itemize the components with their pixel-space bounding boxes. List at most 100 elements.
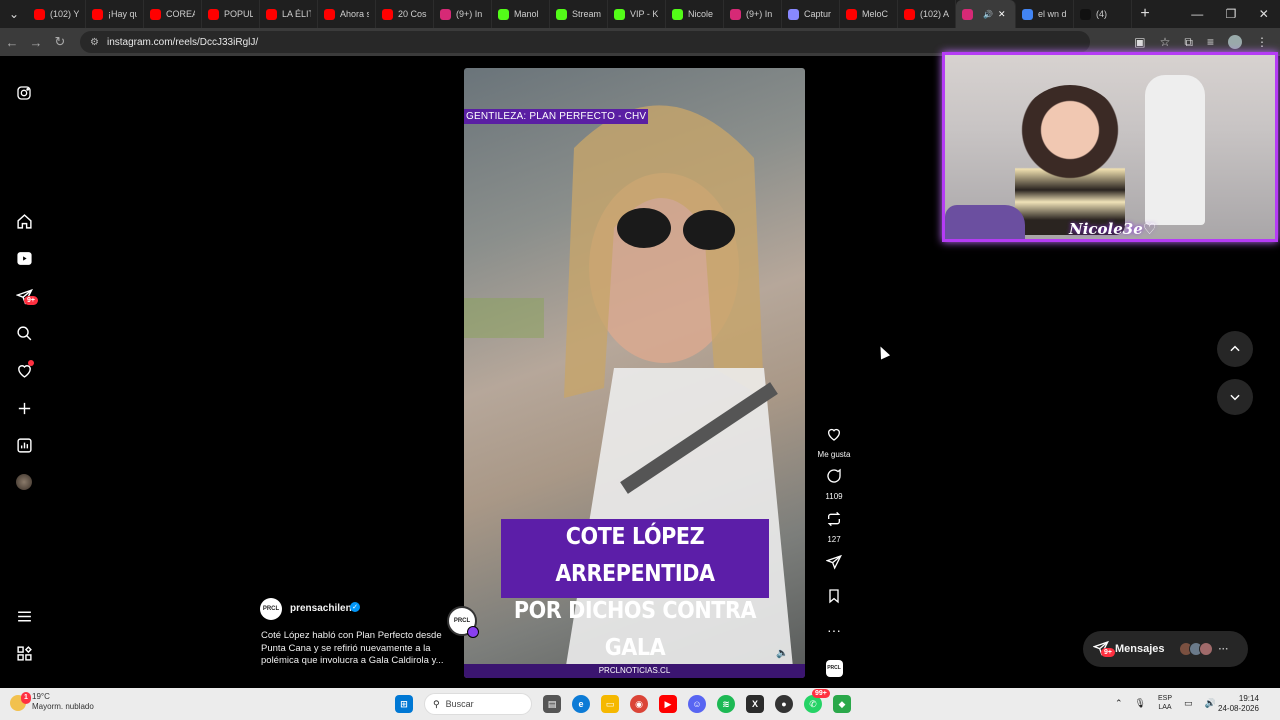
reading-list-icon[interactable]: ≡ xyxy=(1207,35,1214,49)
browser-tab[interactable]: Stream xyxy=(550,0,608,28)
share-button[interactable] xyxy=(816,554,852,575)
youtube-app-icon[interactable]: ▶ xyxy=(659,695,677,713)
reels-icon[interactable] xyxy=(14,248,34,268)
file-explorer-icon[interactable]: ▭ xyxy=(601,695,619,713)
streamer-webcam-overlay: Nicole3e♡ xyxy=(942,52,1278,242)
previous-reel-button[interactable] xyxy=(1217,331,1253,367)
instagram-logo-icon[interactable] xyxy=(14,83,34,103)
windows-start-icon[interactable]: ⊞ xyxy=(395,695,413,713)
browser-tab[interactable]: Ahora s xyxy=(318,0,376,28)
more-menu-icon[interactable] xyxy=(14,606,34,626)
create-plus-icon[interactable] xyxy=(14,398,34,418)
whatsapp-icon[interactable]: ✆ 99+ xyxy=(804,689,830,713)
microphone-icon[interactable]: 🎙 xyxy=(1135,698,1146,709)
toolbar-icons: ▣ ☆ ⧉ ≡ ⋮ xyxy=(1134,35,1280,50)
clock-time: 19:14 xyxy=(1238,694,1259,703)
browser-tab[interactable]: LA ÉLIT xyxy=(260,0,318,28)
task-view-icon[interactable]: ▤ xyxy=(543,695,561,713)
reload-icon[interactable]: ↻ xyxy=(48,34,72,50)
home-icon[interactable] xyxy=(14,211,34,231)
terminal-icon[interactable]: X xyxy=(746,695,764,713)
youtube-icon xyxy=(382,8,393,20)
more-options-icon[interactable]: ··· xyxy=(816,622,852,638)
notification-dot xyxy=(28,360,34,366)
back-icon[interactable]: ← xyxy=(0,35,24,50)
comment-button[interactable]: 1109 xyxy=(816,468,852,501)
browser-tab[interactable]: (9+) In xyxy=(724,0,782,28)
also-from-meta-icon[interactable] xyxy=(14,643,34,663)
tab-close-icon[interactable]: ✕ xyxy=(998,9,1006,20)
browser-tab[interactable]: (9+) In xyxy=(434,0,492,28)
tab-search-icon[interactable]: ⌄ xyxy=(0,0,28,28)
mute-speaker-icon[interactable]: 🔈 xyxy=(776,648,788,659)
browser-menu-icon[interactable]: ⋮ xyxy=(1256,35,1268,49)
search-icon[interactable] xyxy=(14,323,34,343)
minimize-icon[interactable]: — xyxy=(1191,7,1203,21)
taskbar-search[interactable]: ⚲ Buscar xyxy=(424,693,532,715)
url-text: instagram.com/reels/DccJ33iRglJ/ xyxy=(106,36,259,48)
save-button[interactable] xyxy=(816,588,852,609)
author-name-link[interactable]: prensachilena xyxy=(290,603,357,614)
forward-icon[interactable]: → xyxy=(24,35,48,50)
vpn-icon[interactable]: ◆ xyxy=(833,695,851,713)
browser-tab[interactable]: Captur xyxy=(782,0,840,28)
weather-widget[interactable]: 1 19°C Mayorm. nublado xyxy=(8,692,108,716)
cast-icon[interactable]: ▣ xyxy=(1134,35,1145,49)
bookmark-star-icon[interactable]: ☆ xyxy=(1160,35,1171,49)
obs-icon[interactable]: ● xyxy=(775,695,793,713)
video-footer-source: PRCLNOTICIAS.CL xyxy=(464,664,805,678)
next-reel-button[interactable] xyxy=(1217,379,1253,415)
browser-tab[interactable]: ¡Hay qu xyxy=(86,0,144,28)
audio-button[interactable]: PRCL xyxy=(816,656,852,677)
display-icon[interactable]: ▭ xyxy=(1184,698,1193,709)
reel-caption[interactable]: Coté López habló con Plan Perfecto desde… xyxy=(261,630,446,668)
tray-chevron-icon[interactable]: ⌃ xyxy=(1115,698,1123,709)
browser-tab[interactable]: 20 Cos xyxy=(376,0,434,28)
search-placeholder: Buscar xyxy=(445,699,474,709)
browser-tab[interactable]: MeloC xyxy=(840,0,898,28)
discord-icon[interactable]: ☺ xyxy=(688,695,706,713)
tab-audio-icon[interactable]: 🔊 xyxy=(983,10,993,19)
chrome-icon[interactable]: ◉ xyxy=(630,695,648,713)
browser-tab[interactable]: POPUL xyxy=(202,0,260,28)
browser-tab[interactable]: COREA xyxy=(144,0,202,28)
tab-list: (102) Y ¡Hay qu COREA POPUL LA ÉLIT Ahora s 20… xyxy=(28,0,1132,28)
browser-tab[interactable]: 🔊 ✕ xyxy=(956,0,1016,28)
browser-tab[interactable]: (102) Y xyxy=(28,0,86,28)
dashboard-icon[interactable] xyxy=(14,435,34,455)
new-tab-button[interactable]: + xyxy=(1132,5,1158,23)
tab-title: (102) Y xyxy=(50,9,79,19)
profile-avatar[interactable] xyxy=(1228,35,1242,49)
messages-icon[interactable]: 9+ xyxy=(14,286,38,306)
tab-title: Ahora s xyxy=(340,9,369,19)
author-avatar[interactable]: PRCL xyxy=(260,598,282,620)
spotify-icon[interactable]: ≋ xyxy=(717,695,735,713)
youtube-icon xyxy=(92,8,103,20)
close-window-icon[interactable]: ✕ xyxy=(1259,7,1269,21)
instagram-sidebar: 9+ xyxy=(0,56,48,688)
extensions-icon[interactable]: ⧉ xyxy=(1184,35,1193,50)
browser-tab[interactable]: Nicole xyxy=(666,0,724,28)
browser-tab[interactable]: (102) A xyxy=(898,0,956,28)
profile-avatar-icon[interactable] xyxy=(14,472,34,492)
send-icon xyxy=(825,554,842,570)
browser-tab[interactable]: (4) xyxy=(1074,0,1132,28)
headline-line-1: COTE LÓPEZ ARREPENTIDA xyxy=(555,524,715,587)
restore-icon[interactable]: ❐ xyxy=(1226,7,1237,21)
taskbar-clock[interactable]: 19:14 24-08-2026 xyxy=(1218,694,1259,714)
browser-tab[interactable]: el wn d xyxy=(1016,0,1074,28)
notifications-heart-icon[interactable] xyxy=(14,360,34,380)
edge-icon[interactable]: e xyxy=(572,695,590,713)
messages-pill[interactable]: 9+ Mensajes ··· xyxy=(1083,631,1248,667)
reel-video[interactable]: GENTILEZA: PLAN PERFECTO - CHV COTE LÓPE… xyxy=(464,68,805,678)
language-indicator[interactable]: ESP LAA xyxy=(1158,694,1172,712)
browser-tab[interactable]: Manol xyxy=(492,0,550,28)
browser-tab[interactable]: VIP - K xyxy=(608,0,666,28)
url-bar[interactable]: ⚙ instagram.com/reels/DccJ33iRglJ/ xyxy=(80,31,1090,53)
youtube-icon xyxy=(266,8,277,20)
like-button[interactable]: Me gusta xyxy=(816,426,852,459)
repost-button[interactable]: 127 xyxy=(816,511,852,544)
instagram-icon xyxy=(440,8,451,20)
site-info-icon[interactable]: ⚙ xyxy=(90,37,99,48)
volume-icon[interactable]: 🔊 xyxy=(1205,698,1216,709)
